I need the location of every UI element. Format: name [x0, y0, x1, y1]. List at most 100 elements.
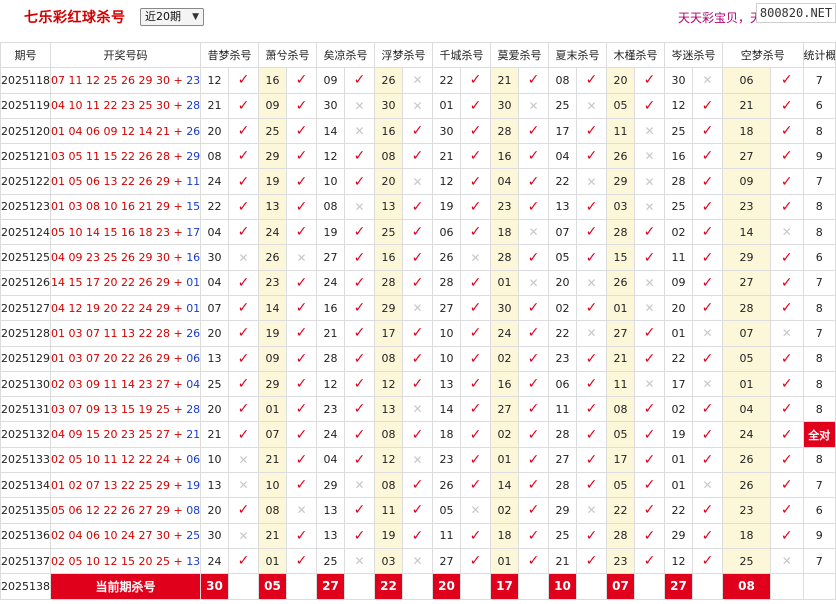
issue-number: 2025131 [0, 396, 51, 423]
kill-number: 18 [490, 219, 519, 246]
draw-main-numbers: 01 05 06 13 22 26 29 [51, 175, 170, 189]
draw-special-number: 28 [186, 99, 201, 113]
check-icon: ✓ [770, 522, 804, 549]
check-icon: ✓ [576, 421, 607, 448]
check-icon: ✓ [576, 345, 607, 372]
kill-number: 20 [374, 168, 403, 195]
check-icon: ✓ [286, 370, 317, 398]
kill-number: 29 [258, 370, 287, 398]
check-icon: ✓ [402, 219, 433, 246]
table-row: 2025136 02 04 06 10 24 27 30 + 25 30 ✕ 21 ✓ 13… [0, 522, 836, 549]
check-icon: ✓ [402, 522, 433, 549]
check-icon: ✓ [344, 421, 375, 448]
kill-number: 27 [606, 320, 635, 347]
kill-number: 18 [432, 421, 461, 448]
kill-number: 28 [374, 269, 403, 296]
draw-main-numbers: 05 10 14 15 16 18 23 [51, 225, 170, 239]
cross-icon: ✕ [576, 168, 607, 195]
kill-number: 23 [258, 269, 287, 296]
kill-number: 28 [606, 522, 635, 549]
check-icon: ✓ [286, 446, 317, 474]
check-icon: ✓ [402, 497, 433, 524]
check-icon: ✓ [770, 67, 804, 94]
check-icon: ✓ [344, 244, 375, 271]
kill-number: 23 [316, 396, 345, 423]
kill-number-table: 期号 开奖号码 昔梦杀号 萧兮杀号 矣凉杀号 浮梦杀号 千城杀号 莫爱杀号 夏末杀号 木槿杀号 岑迷… [0, 41, 836, 600]
kill-number: 01 [490, 269, 519, 296]
kill-number: 02 [664, 219, 693, 246]
kill-number: 08 [374, 345, 403, 372]
check-icon: ✓ [576, 446, 607, 474]
kill-number: 04 [316, 446, 345, 474]
kill-number: 30 [316, 92, 345, 119]
stat-count: 6 [802, 92, 836, 119]
check-icon: ✓ [344, 219, 375, 246]
kill-number: 15 [606, 244, 635, 271]
kill-number: 05 [606, 421, 635, 448]
kill-number: 19 [374, 522, 403, 549]
kill-number: 19 [664, 421, 693, 448]
cross-icon: ✕ [692, 472, 723, 499]
check-icon: ✓ [518, 370, 549, 398]
stat-count: 8 [802, 446, 836, 474]
current-kill-number: 07 [606, 573, 635, 600]
kill-number: 17 [374, 320, 403, 347]
kill-number: 20 [200, 497, 229, 524]
current-kill-spacer [576, 573, 607, 600]
kill-number: 01 [432, 92, 461, 119]
kill-number: 17 [664, 370, 693, 398]
issue-number: 2025120 [0, 117, 51, 145]
header-stat: 统计概况 [802, 41, 836, 69]
kill-number: 09 [258, 92, 287, 119]
issue-number: 2025128 [0, 320, 51, 347]
kill-number: 11 [548, 396, 577, 423]
check-icon: ✓ [228, 92, 259, 119]
issue-number: 2025119 [0, 92, 51, 119]
slogan-link[interactable]: 天天彩宝贝，天 [678, 9, 762, 26]
kill-number: 12 [432, 168, 461, 195]
kill-number: 14 [258, 294, 287, 322]
kill-number: 01 [258, 396, 287, 423]
check-icon: ✓ [692, 446, 723, 474]
check-icon: ✓ [460, 547, 491, 575]
kill-number: 14 [722, 219, 771, 246]
stat-count: 6 [802, 497, 836, 524]
check-icon: ✓ [460, 345, 491, 372]
check-icon: ✓ [692, 522, 723, 549]
check-icon: ✓ [634, 92, 665, 119]
check-icon: ✓ [692, 421, 723, 448]
kill-number: 24 [722, 421, 771, 448]
stat-count: 8 [802, 370, 836, 398]
table-row: 2025128 01 03 07 11 13 22 28 + 26 20 ✓ 19 ✓ 21… [0, 320, 836, 347]
check-icon: ✓ [228, 269, 259, 296]
check-icon: ✓ [770, 497, 804, 524]
kill-number: 03 [606, 193, 635, 221]
cross-icon: ✕ [576, 92, 607, 119]
stat-count: 8 [802, 294, 836, 322]
stat-count: 8 [802, 219, 836, 246]
table-row: 2025132 04 09 15 20 23 25 27 + 21 21 ✓ 07 ✓ 24… [0, 421, 836, 448]
check-icon: ✓ [228, 370, 259, 398]
kill-number: 30 [664, 67, 693, 94]
kill-number: 29 [722, 244, 771, 271]
kill-number: 25 [548, 522, 577, 549]
table-row: 2025125 04 09 23 25 26 29 30 + 16 30 ✕ 26 ✕ 27… [0, 244, 836, 271]
kill-number: 02 [490, 497, 519, 524]
draw-numbers: 02 03 09 11 14 23 27 + 04 [50, 370, 201, 398]
kill-number: 21 [258, 446, 287, 474]
check-icon: ✓ [344, 396, 375, 423]
kill-number: 26 [606, 269, 635, 296]
check-icon: ✓ [634, 244, 665, 271]
check-icon: ✓ [402, 193, 433, 221]
kill-number: 21 [548, 547, 577, 575]
kill-number: 12 [664, 92, 693, 119]
draw-numbers: 02 05 10 12 15 20 25 + 13 [50, 547, 201, 575]
check-icon: ✓ [770, 193, 804, 221]
check-icon: ✓ [692, 219, 723, 246]
period-select[interactable]: 近20期 ▼ [140, 8, 204, 26]
kill-number: 12 [200, 67, 229, 94]
check-icon: ✓ [344, 370, 375, 398]
draw-numbers: 01 04 06 09 12 14 21 + 26 [50, 117, 201, 145]
kill-number: 01 [722, 370, 771, 398]
draw-plus: + [169, 478, 187, 492]
